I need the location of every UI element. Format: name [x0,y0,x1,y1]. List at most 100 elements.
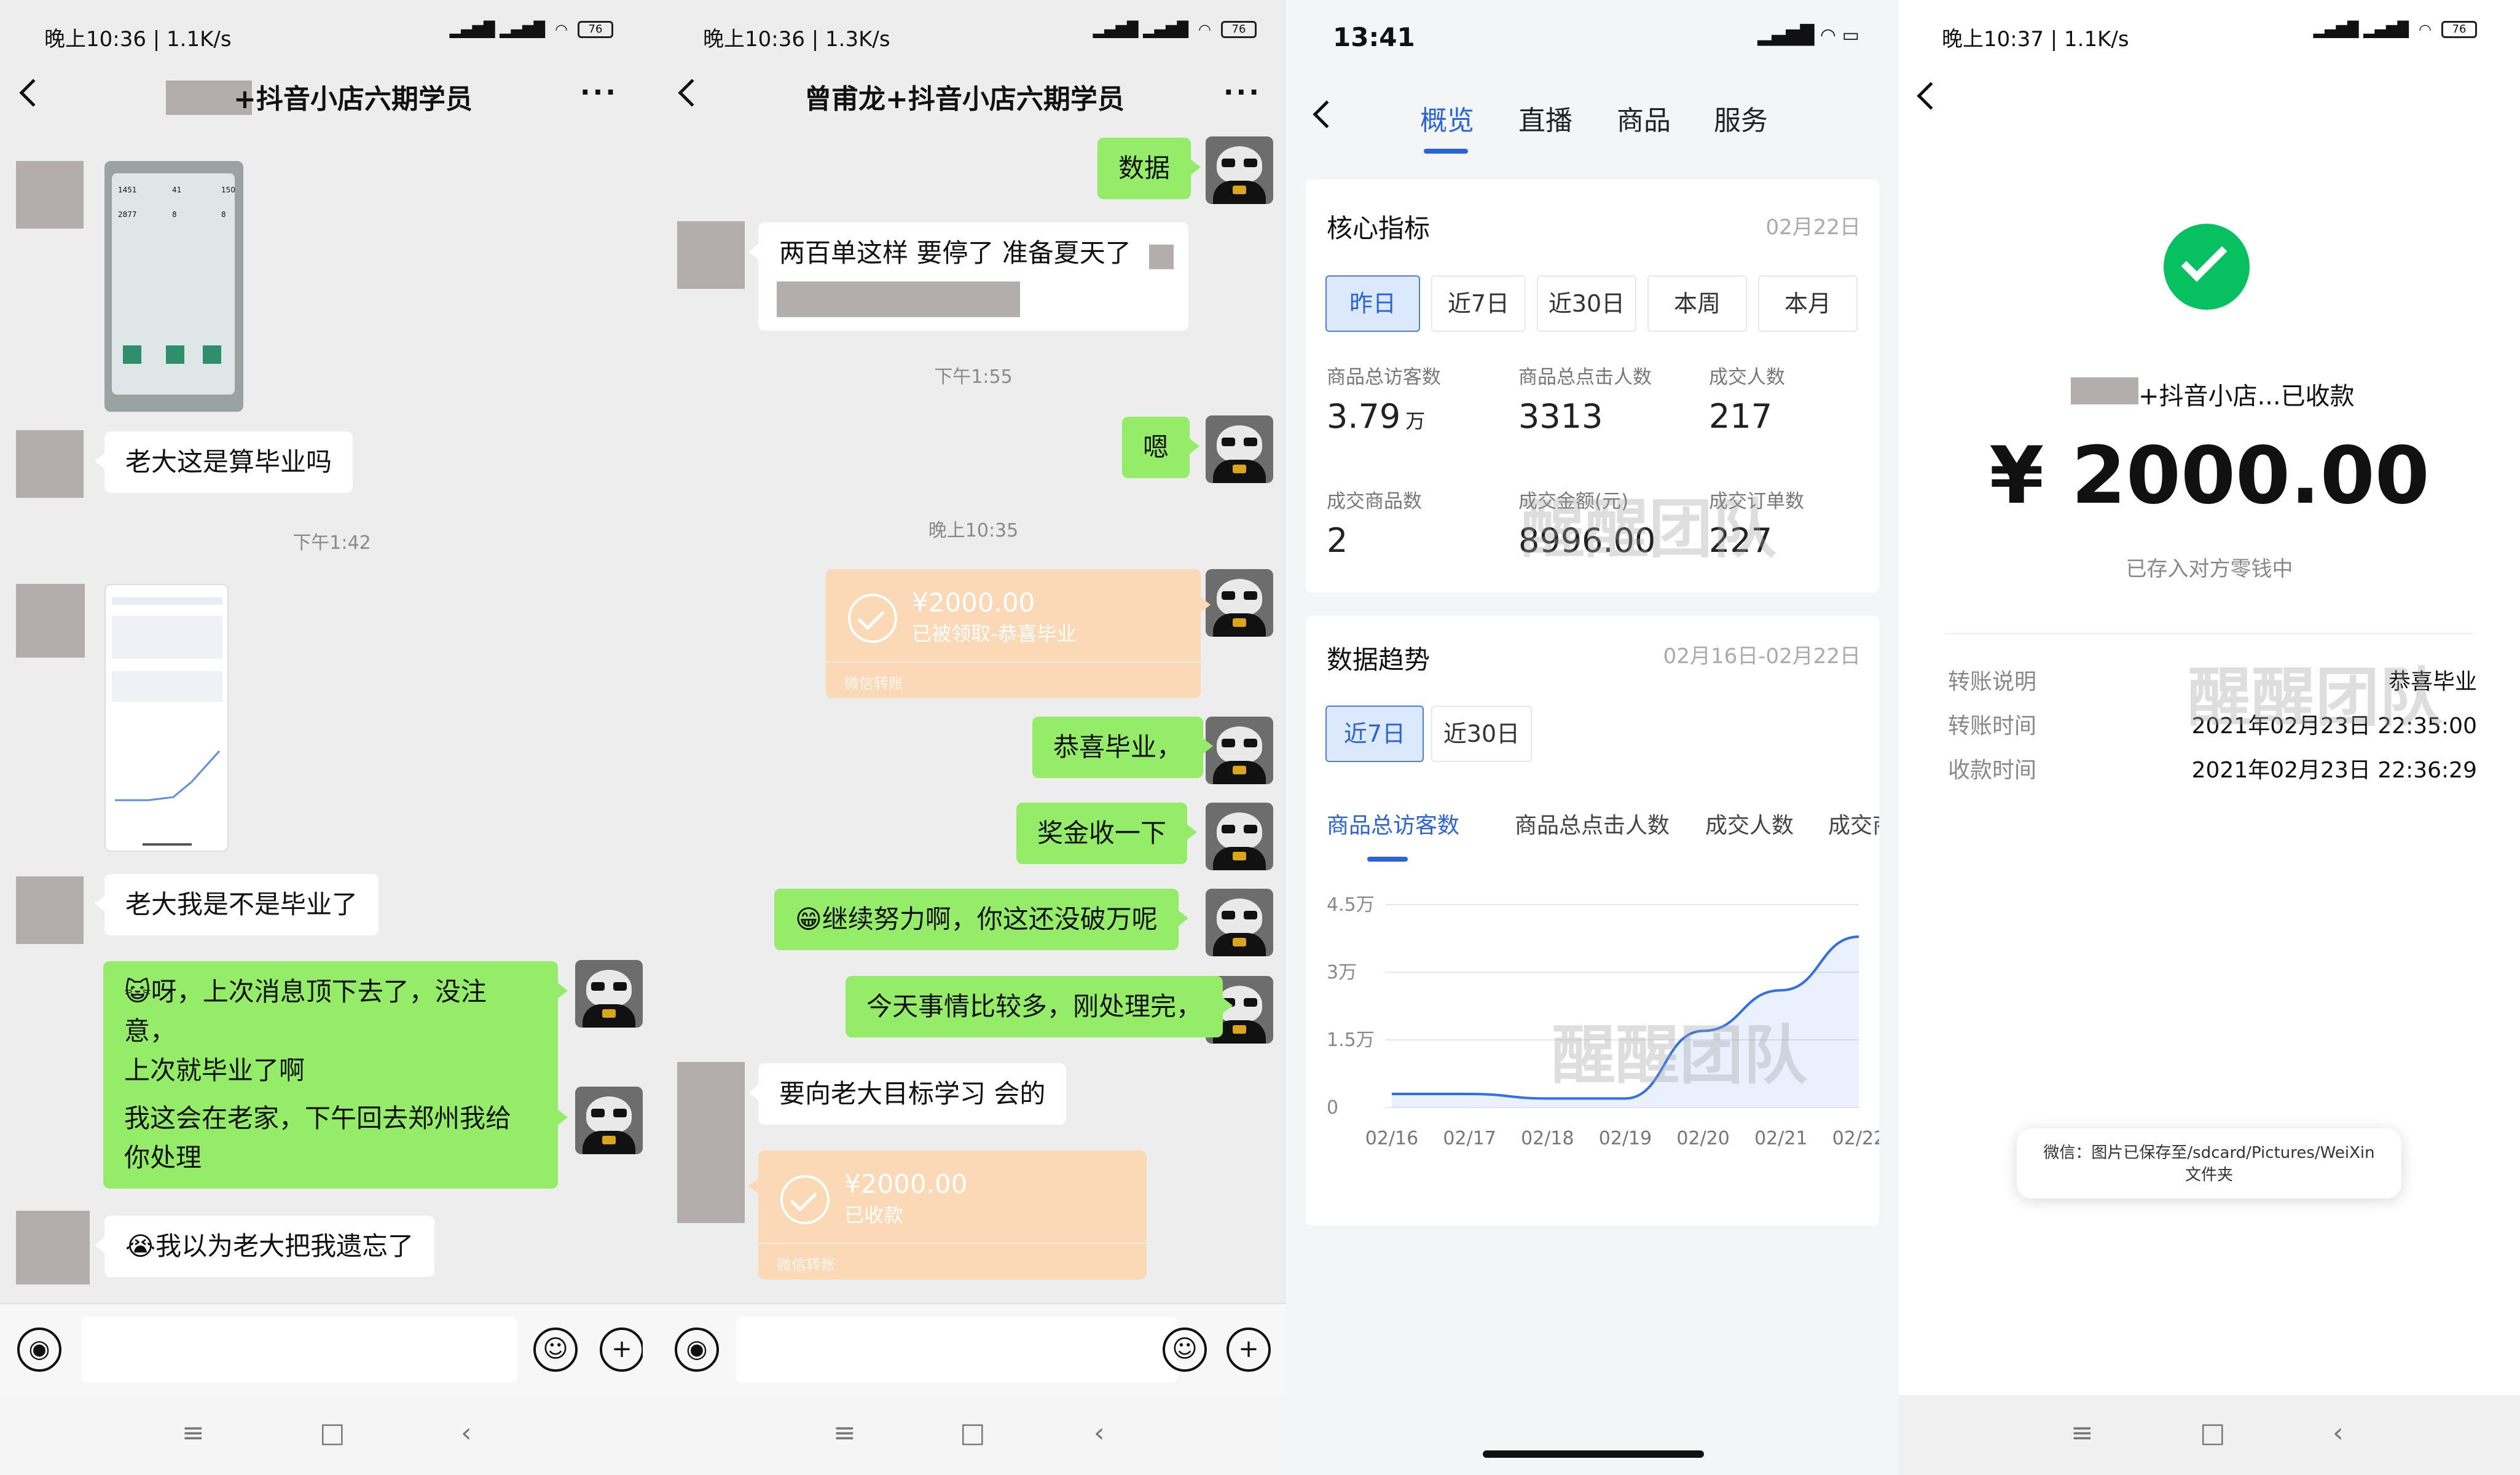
more-icon[interactable]: ··· [580,77,618,108]
trend-range-7d[interactable]: 近7日 [1325,706,1424,762]
trend-card: 数据趋势 02月16日-02月22日 近7日 近30日 商品总访客数 商品总点击… [1306,616,1879,1225]
divider [1945,633,2473,634]
range-7d[interactable]: 近7日 [1431,275,1526,332]
message-bubble[interactable]: 我这会在老家，下午回去郑州我给 你处理 [103,1088,568,1189]
home-icon[interactable]: □ [960,1417,986,1449]
metric-label: 商品总访客数 [1327,366,1441,388]
wifi-icon: ◠ [2419,21,2432,38]
avatar[interactable] [16,1211,90,1284]
message-bubble[interactable]: 😺呀，上次消息顶下去了，没注意， 上次就毕业了啊 [103,961,568,1101]
home-icon[interactable]: □ [320,1417,345,1449]
y-tick-label: 4.5万 [1327,894,1375,916]
check-icon [780,1175,830,1224]
message-bubble[interactable]: 嗯 [1122,417,1200,478]
system-nav: ≡ □ ‹ [1899,1395,2520,1475]
row-value: 2021年02月23日 22:36:29 [2191,758,2477,783]
toast: 微信：图片已保存至/sdcard/Pictures/WeiXin 文件夹 [2017,1128,2401,1198]
voice-icon[interactable]: ◉ [17,1328,61,1372]
avatar-cat[interactable] [1206,415,1273,483]
emoji-icon[interactable]: ☺ [533,1328,578,1372]
back-icon[interactable] [1313,100,1341,128]
status-time: 晚上10:36 | 1.3K/s [703,27,890,52]
range-yesterday[interactable]: 昨日 [1325,275,1420,332]
row-label: 转账时间 [1948,714,2037,739]
chat-panel-2: 晚上10:36 | 1.3K/s ▂▄▆█ ▂▄▆█ ◠ 76 曾甫龙+抖音小店六期… [643,0,1286,1475]
message-bubble[interactable]: 两百单这样 要停了 准备夏天了 [748,222,1188,331]
avatar-cat[interactable] [1206,803,1273,870]
x-tick-label: 02/20 [1676,1128,1729,1149]
signal-icon: ▂▄▆█ ▂▄▆█ [1093,21,1189,38]
avatar[interactable] [16,161,84,229]
battery-icon: 76 [578,21,613,38]
back-nav-icon[interactable]: ‹ [2333,1417,2344,1449]
tab-products[interactable]: 商品 [1617,98,1671,138]
input-bar: ◉ ☺ + [0,1303,643,1395]
y-tick-label: 3万 [1327,962,1357,983]
plus-icon[interactable]: + [600,1328,643,1372]
metric-value: 2 [1327,521,1348,560]
avatar-cat[interactable] [1206,717,1273,784]
x-tick-label: 02/17 [1443,1128,1496,1149]
back-nav-icon[interactable]: ‹ [461,1417,472,1449]
tab-overview[interactable]: 概览 [1420,98,1474,138]
metric-tab-visitors[interactable]: 商品总访客数 [1327,808,1459,840]
transfer-card[interactable]: ¥2000.00 已收款 微信转账 [748,1150,1147,1280]
message-bubble[interactable]: 数据 [1097,138,1201,199]
status-time: 晚上10:37 | 1.1K/s [1942,27,2129,52]
avatar[interactable] [16,430,84,498]
x-tick-label: 02/19 [1599,1128,1652,1149]
trend-date: 02月16日-02月22日 [1663,644,1861,669]
range-month[interactable]: 本月 [1758,275,1858,332]
range-30d[interactable]: 近30日 [1537,275,1636,332]
message-bubble[interactable]: 😁继续努力啊，你这还没破万呢 [774,889,1188,950]
message-bubble[interactable]: 老大我是不是毕业了 [94,874,379,935]
menu-icon[interactable]: ≡ [833,1417,856,1449]
back-nav-icon[interactable]: ‹ [1094,1417,1105,1449]
image-message[interactable]: 1451 41 150 2877 8 8 [104,161,243,412]
x-tick-label: 02/18 [1521,1128,1574,1149]
tab-service[interactable]: 服务 [1714,98,1768,138]
range-week[interactable]: 本周 [1647,275,1747,332]
x-tick-label: 02/16 [1365,1128,1418,1149]
watermark: 醒醒团队 [1552,1018,1808,1093]
home-icon[interactable]: □ [2200,1417,2226,1449]
trend-range-30d[interactable]: 近30日 [1431,706,1532,762]
avatar-cat[interactable] [575,960,643,1028]
avatar[interactable] [16,876,84,944]
message-input[interactable] [736,1316,1177,1383]
redaction [777,281,1020,317]
avatar[interactable] [677,221,745,289]
metric-tab-more[interactable]: 成交商 [1828,808,1879,840]
back-icon[interactable] [1917,82,1945,110]
avatar[interactable] [16,584,85,658]
message-bubble[interactable]: 今天事情比较多，刚处理完， [846,976,1233,1037]
avatar-cat[interactable] [1206,569,1273,637]
menu-icon[interactable]: ≡ [2071,1417,2094,1449]
metric-tab-buyers[interactable]: 成交人数 [1705,808,1794,840]
transfer-card[interactable]: ¥2000.00 已被领取-恭喜毕业 微信转账 [826,569,1211,698]
message-bubble[interactable]: 要向老大目标学习 会的 [748,1063,1067,1125]
plus-icon[interactable]: + [1227,1328,1271,1372]
payee-status: +抖音小店...已收款 [2138,382,2355,411]
avatar-cat[interactable] [575,1087,643,1154]
avatar[interactable] [677,1062,745,1223]
message-bubble[interactable]: 老大这是算毕业吗 [94,431,353,493]
chat-header: +抖音小店六期学员 ··· [0,71,643,120]
tab-live[interactable]: 直播 [1518,98,1572,138]
more-icon[interactable]: ··· [1223,77,1262,108]
avatar-cat[interactable] [1206,136,1273,204]
back-icon[interactable] [19,79,47,107]
chat-title: 曾甫龙+抖音小店六期学员 [804,84,1125,115]
voice-icon[interactable]: ◉ [675,1328,719,1372]
avatar-cat[interactable] [1206,889,1273,956]
status-bar: 晚上10:36 | 1.1K/s ▂▄▆█ ▂▄▆█ ◠ 76 [0,0,643,71]
message-bubble[interactable]: 😭我以为老大把我遗忘了 [94,1216,435,1277]
image-message[interactable] [104,584,229,852]
emoji-icon[interactable]: ☺ [1163,1328,1207,1372]
menu-icon[interactable]: ≡ [182,1417,205,1449]
metric-tab-clicks[interactable]: 商品总点击人数 [1515,808,1670,840]
message-bubble[interactable]: 奖金收一下 [1016,803,1198,864]
message-input[interactable] [81,1316,517,1383]
message-bubble[interactable]: 恭喜毕业， [1032,717,1214,778]
tab-indicator [1424,149,1468,154]
